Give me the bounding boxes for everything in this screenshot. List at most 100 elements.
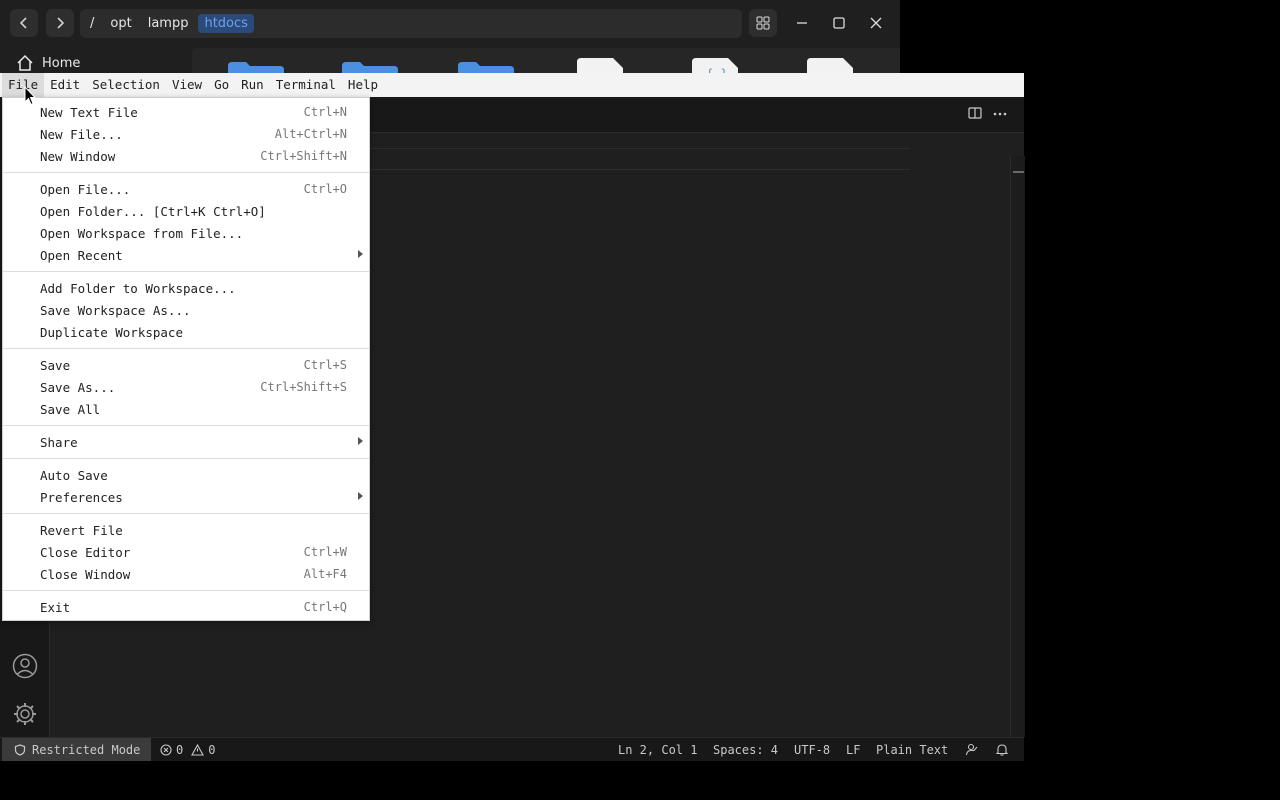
menu-separator	[3, 348, 369, 349]
bell-icon	[996, 744, 1008, 756]
menu-help[interactable]: Help	[342, 73, 384, 97]
cursor-position[interactable]: Ln 2, Col 1	[618, 738, 697, 761]
menu-item-label: Share	[40, 434, 78, 450]
warning-icon	[191, 743, 205, 756]
menu-item-open-folder-ctrl-k-ctrl-o[interactable]: Open Folder... [Ctrl+K Ctrl+O]	[3, 200, 369, 222]
error-icon	[160, 743, 172, 756]
mouse-cursor-icon	[24, 86, 36, 106]
accounts-icon[interactable]	[12, 653, 38, 679]
menu-item-auto-save[interactable]: Auto Save	[3, 464, 369, 486]
menu-separator	[3, 425, 369, 426]
menu-item-shortcut: Alt+Ctrl+N	[274, 127, 347, 141]
menu-item-exit[interactable]: Exit Ctrl+Q	[3, 596, 369, 618]
split-editor-icon[interactable]	[968, 106, 982, 120]
menu-item-shortcut: Alt+F4	[303, 567, 347, 581]
vertical-scrollbar[interactable]	[1010, 156, 1025, 737]
menu-item-shortcut: Ctrl+S	[303, 358, 347, 372]
menu-item-new-window[interactable]: New Window Ctrl+Shift+N	[3, 145, 369, 167]
forward-button[interactable]	[46, 9, 74, 37]
menu-separator	[3, 590, 369, 591]
menu-item-open-file[interactable]: Open File... Ctrl+O	[3, 178, 369, 200]
menu-item-save-all[interactable]: Save All	[3, 398, 369, 420]
menu-item-shortcut: Ctrl+W	[303, 545, 347, 559]
menu-item-new-file[interactable]: New File... Alt+Ctrl+N	[3, 123, 369, 145]
menu-separator	[3, 513, 369, 514]
home-icon	[17, 54, 33, 71]
status-bar: Restricted Mode 0 0 Ln 2, Col 1 Spaces: …	[0, 737, 1024, 761]
submenu-arrow-icon	[358, 492, 363, 500]
menu-item-shortcut: Ctrl+Shift+S	[260, 380, 347, 394]
submenu-arrow-icon	[358, 437, 363, 445]
menu-item-label: Save Workspace As...	[40, 302, 191, 318]
breadcrumb-root[interactable]: /	[84, 14, 100, 33]
menu-item-label: Save All	[40, 401, 101, 417]
eol-selector[interactable]: LF	[846, 738, 860, 761]
close-button[interactable]	[862, 9, 890, 37]
notifications-button[interactable]	[996, 738, 1008, 761]
menu-run[interactable]: Run	[235, 73, 270, 97]
menu-item-label: Exit	[40, 599, 71, 615]
menu-item-save-as[interactable]: Save As... Ctrl+Shift+S	[3, 376, 369, 398]
menu-separator	[3, 172, 369, 173]
menu-item-duplicate-workspace[interactable]: Duplicate Workspace	[3, 321, 369, 343]
maximize-icon	[833, 17, 845, 29]
menu-item-label: New Text File	[40, 104, 138, 120]
menu-item-shortcut: Ctrl+O	[303, 182, 347, 196]
menu-item-add-folder-to-workspace[interactable]: Add Folder to Workspace...	[3, 277, 369, 299]
menu-item-preferences[interactable]: Preferences	[3, 486, 369, 508]
menu-item-label: New Window	[40, 148, 116, 164]
menu-item-label: Preferences	[40, 489, 123, 505]
menu-view[interactable]: View	[166, 73, 208, 97]
scrollbar-thumb[interactable]	[1013, 171, 1024, 173]
menu-item-label: Open Recent	[40, 247, 123, 263]
menu-item-share[interactable]: Share	[3, 431, 369, 453]
grid-icon	[756, 16, 770, 30]
problems-indicator[interactable]: 0 0	[160, 738, 215, 761]
breadcrumb-opt[interactable]: opt	[104, 14, 137, 33]
menu-item-new-text-file[interactable]: New Text File Ctrl+N	[3, 101, 369, 123]
indentation-selector[interactable]: Spaces: 4	[713, 738, 778, 761]
shield-icon	[14, 743, 26, 756]
menu-selection[interactable]: Selection	[86, 73, 166, 97]
feedback-button[interactable]	[965, 738, 978, 761]
maximize-button[interactable]	[825, 9, 853, 37]
menu-item-label: Open Workspace from File...	[40, 225, 244, 241]
menu-separator	[3, 271, 369, 272]
menu-bar: File Edit Selection View Go Run Terminal…	[0, 73, 1024, 97]
menu-item-shortcut: Ctrl+Q	[303, 600, 347, 614]
file-menu-dropdown: New Text File Ctrl+N New File... Alt+Ctrl+N…	[2, 97, 370, 621]
menu-item-shortcut: Ctrl+Shift+N	[260, 149, 347, 163]
menu-item-save-workspace-as[interactable]: Save Workspace As...	[3, 299, 369, 321]
minimize-button[interactable]	[788, 9, 816, 37]
menu-item-open-workspace-from-file[interactable]: Open Workspace from File...	[3, 222, 369, 244]
gear-icon[interactable]	[12, 701, 38, 727]
restricted-mode-label: Restricted Mode	[32, 742, 141, 757]
menu-item-label: Save	[40, 357, 71, 373]
menu-item-save[interactable]: Save Ctrl+S	[3, 354, 369, 376]
menu-item-label: Open File...	[40, 181, 131, 197]
close-icon	[870, 17, 882, 29]
menu-go[interactable]: Go	[208, 73, 235, 97]
menu-item-close-editor[interactable]: Close Editor Ctrl+W	[3, 541, 369, 563]
breadcrumb-lampp[interactable]: lampp	[142, 14, 195, 33]
menu-item-label: Close Editor	[40, 544, 131, 560]
breadcrumb: / opt lampp htdocs	[80, 9, 742, 38]
menu-item-close-window[interactable]: Close Window Alt+F4	[3, 563, 369, 585]
menu-edit[interactable]: Edit	[44, 73, 86, 97]
breadcrumb-htdocs[interactable]: htdocs	[198, 14, 254, 33]
encoding-selector[interactable]: UTF-8	[794, 738, 830, 761]
warning-count: 0	[208, 742, 216, 757]
menu-item-open-recent[interactable]: Open Recent	[3, 244, 369, 266]
view-toggle-button[interactable]	[749, 9, 777, 37]
menu-item-label: Close Window	[40, 566, 131, 582]
menu-terminal[interactable]: Terminal	[270, 73, 342, 97]
menu-item-label: Duplicate Workspace	[40, 324, 183, 340]
sidebar-item-home[interactable]: Home	[16, 54, 80, 72]
menu-item-shortcut: Ctrl+N	[303, 105, 347, 119]
more-actions-icon[interactable]	[993, 112, 1007, 116]
language-mode-selector[interactable]: Plain Text	[876, 738, 948, 761]
back-button[interactable]	[10, 9, 38, 37]
restricted-mode-indicator[interactable]: Restricted Mode	[2, 738, 151, 761]
menu-item-label: Auto Save	[40, 467, 108, 483]
menu-item-revert-file[interactable]: Revert File	[3, 519, 369, 541]
